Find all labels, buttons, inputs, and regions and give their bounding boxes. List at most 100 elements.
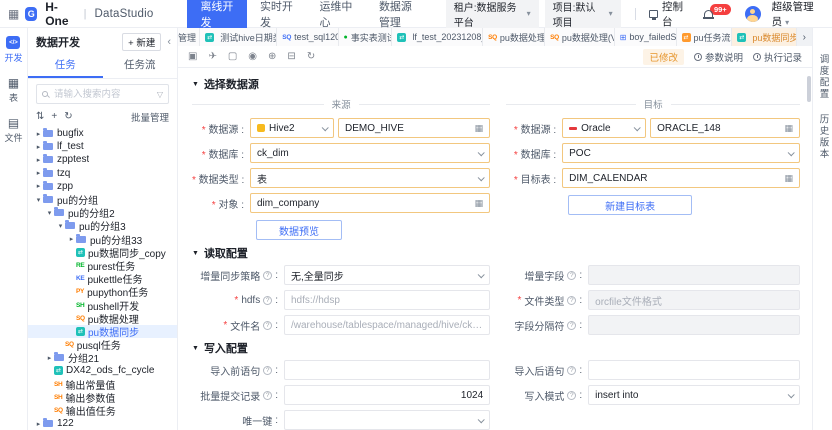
console-button[interactable]: 控制台 [649, 0, 688, 29]
tree-caret-icon[interactable]: ▾ [34, 196, 43, 204]
tree-item[interactable]: pu数据同步_copy [28, 246, 177, 259]
refresh-icon[interactable]: ↻ [64, 111, 72, 123]
rail-table[interactable]: ▦表 [8, 77, 19, 104]
help-icon[interactable] [567, 366, 576, 375]
run-icon[interactable]: ◉ [248, 51, 257, 63]
tree-item[interactable]: SHpushell开发 [28, 298, 177, 311]
tree-item[interactable]: pu数据同步 [28, 325, 177, 338]
refresh-icon[interactable]: ↻ [307, 51, 315, 63]
tree-item[interactable]: PYpupython任务 [28, 285, 177, 298]
export-icon[interactable]: ⊟ [287, 51, 295, 63]
sidebar-tab-任务[interactable]: 任务 [28, 54, 103, 78]
target-datasource-name-input[interactable]: ORACLE_148 [650, 118, 800, 138]
help-icon[interactable] [567, 296, 576, 305]
sidebar-tab-任务流[interactable]: 任务流 [103, 54, 178, 78]
tree-item[interactable]: ▸lf_test [28, 140, 177, 153]
target-table-input[interactable]: DIM_CALENDAR [562, 168, 800, 188]
source-db-select[interactable]: ck_dim [250, 143, 490, 163]
tenant-selector[interactable]: 租户:数据服务平台▾ [446, 0, 539, 32]
tree-caret-icon[interactable]: ▾ [45, 209, 54, 217]
tree-item[interactable]: DX42_ods_fc_cycle [28, 364, 177, 377]
section-select-datasource-header[interactable]: ▼ 选择数据源 [192, 76, 802, 92]
avatar[interactable] [745, 6, 761, 22]
create-target-table-button[interactable]: 新建目标表 [568, 195, 692, 215]
tree-item[interactable]: ▸分组21 [28, 351, 177, 364]
help-icon[interactable] [567, 271, 576, 280]
panel-tab-history-version[interactable]: 历史版本 [816, 114, 830, 160]
save-icon[interactable]: ▣ [188, 51, 197, 63]
tree-caret-icon[interactable]: ▸ [45, 354, 54, 362]
editor-tab[interactable]: ⊞boy_failedSql× [615, 28, 677, 46]
exec-record-link[interactable]: 执行记录 [753, 50, 802, 64]
tree-item[interactable]: SQpusql任务 [28, 338, 177, 351]
project-selector[interactable]: 项目:默认项目▾ [545, 0, 621, 32]
apps-grid-icon[interactable]: ▦ [8, 7, 19, 21]
table-pick-icon[interactable] [475, 198, 484, 209]
editor-tab[interactable]: SQtest_sql1204× [277, 28, 338, 46]
tree-item[interactable]: ▾pu的分组 [28, 193, 177, 206]
nav-ops-center[interactable]: 运维中心 [306, 0, 366, 28]
config-input[interactable]: hdfs://hdsp [284, 290, 490, 310]
editor-tab[interactable]: 量管理× [178, 28, 200, 46]
section-write-config-header[interactable]: ▼ 写入配置 [192, 340, 802, 356]
tree-caret-icon[interactable]: ▸ [34, 169, 43, 177]
new-task-button[interactable]: + 新建 [122, 33, 161, 51]
submit-icon[interactable]: ✈ [208, 51, 216, 63]
table-pick-icon[interactable] [784, 173, 793, 184]
nav-datasource-mgmt[interactable]: 数据源管理 [366, 0, 434, 28]
add-icon[interactable]: + [51, 111, 57, 123]
tree-caret-icon[interactable]: ▸ [34, 420, 43, 428]
search-input[interactable] [52, 88, 153, 101]
collapse-all-icon[interactable]: ⇅ [36, 111, 44, 123]
param-doc-link[interactable]: 参数说明 [694, 50, 743, 64]
target-db-select[interactable]: POC [562, 143, 800, 163]
editor-tab[interactable]: lf_test_20231208_01•× [392, 28, 483, 46]
user-menu[interactable]: 超级管理员 ▾ [772, 0, 822, 29]
tree-item[interactable]: ▸zpptest [28, 153, 177, 166]
config-input[interactable] [284, 360, 490, 380]
notifications-button[interactable]: 99+ [704, 10, 731, 18]
source-datasource-name-input[interactable]: DEMO_HIVE [338, 118, 490, 138]
editor-tab[interactable]: ●事实表测试× [339, 28, 393, 46]
tree-caret-icon[interactable]: ▸ [67, 235, 76, 243]
rail-file[interactable]: ▤文件 [4, 117, 22, 144]
tree-caret-icon[interactable]: ▸ [34, 130, 43, 138]
config-input[interactable] [588, 360, 800, 380]
config-input[interactable]: /warehouse/tablespace/managed/hive/ck_di… [284, 315, 490, 335]
help-icon[interactable] [263, 321, 272, 330]
tree-item[interactable]: SH输出常量值 [28, 378, 177, 391]
panel-tab-schedule-config[interactable]: 调度配置 [816, 54, 830, 100]
tree-item[interactable]: ▾pu的分组2 [28, 206, 177, 219]
tree-item[interactable]: ▸zpp [28, 180, 177, 193]
tree-caret-icon[interactable]: ▸ [34, 143, 43, 151]
editor-tab[interactable]: pu数据同步•× [732, 28, 796, 46]
source-object-input[interactable]: dim_company [250, 193, 490, 213]
tree-item[interactable]: ▸bugfix [28, 127, 177, 140]
section-read-config-header[interactable]: ▼ 读取配置 [192, 245, 802, 261]
filter-icon[interactable]: ▽ [157, 90, 163, 99]
nav-realtime-dev[interactable]: 实时开发 [247, 0, 307, 28]
nav-offline-dev[interactable]: 离线开发 [187, 0, 247, 28]
help-icon[interactable] [263, 366, 272, 375]
config-input[interactable]: 1024 [284, 385, 490, 405]
tree-item[interactable]: ▾pu的分组3 [28, 219, 177, 232]
stop-icon[interactable]: ▢ [228, 51, 237, 63]
help-icon[interactable] [567, 391, 576, 400]
editor-tab[interactable]: 测试hive日期类型× [200, 28, 277, 46]
tree-item[interactable]: ▸122 [28, 417, 177, 430]
data-preview-button[interactable]: 数据预览 [256, 220, 342, 240]
table-pick-icon[interactable] [784, 123, 793, 134]
scrollbar-thumb[interactable] [807, 76, 811, 102]
locate-icon[interactable]: ⊕ [268, 51, 276, 63]
tree-item[interactable]: ▸pu的分组33 [28, 233, 177, 246]
source-datatype-select[interactable]: 表 [250, 168, 490, 188]
editor-tab[interactable]: SQpu数据处理•× [483, 28, 545, 46]
help-icon[interactable] [263, 271, 272, 280]
target-datasource-type-select[interactable]: Oracle [562, 118, 646, 138]
help-icon[interactable] [263, 296, 272, 305]
tree-caret-icon[interactable]: ▸ [34, 156, 43, 164]
tree-item[interactable]: SH输出参数值 [28, 391, 177, 404]
help-icon[interactable] [263, 391, 272, 400]
config-select[interactable]: insert into [588, 385, 800, 405]
tree-caret-icon[interactable]: ▸ [34, 182, 43, 190]
